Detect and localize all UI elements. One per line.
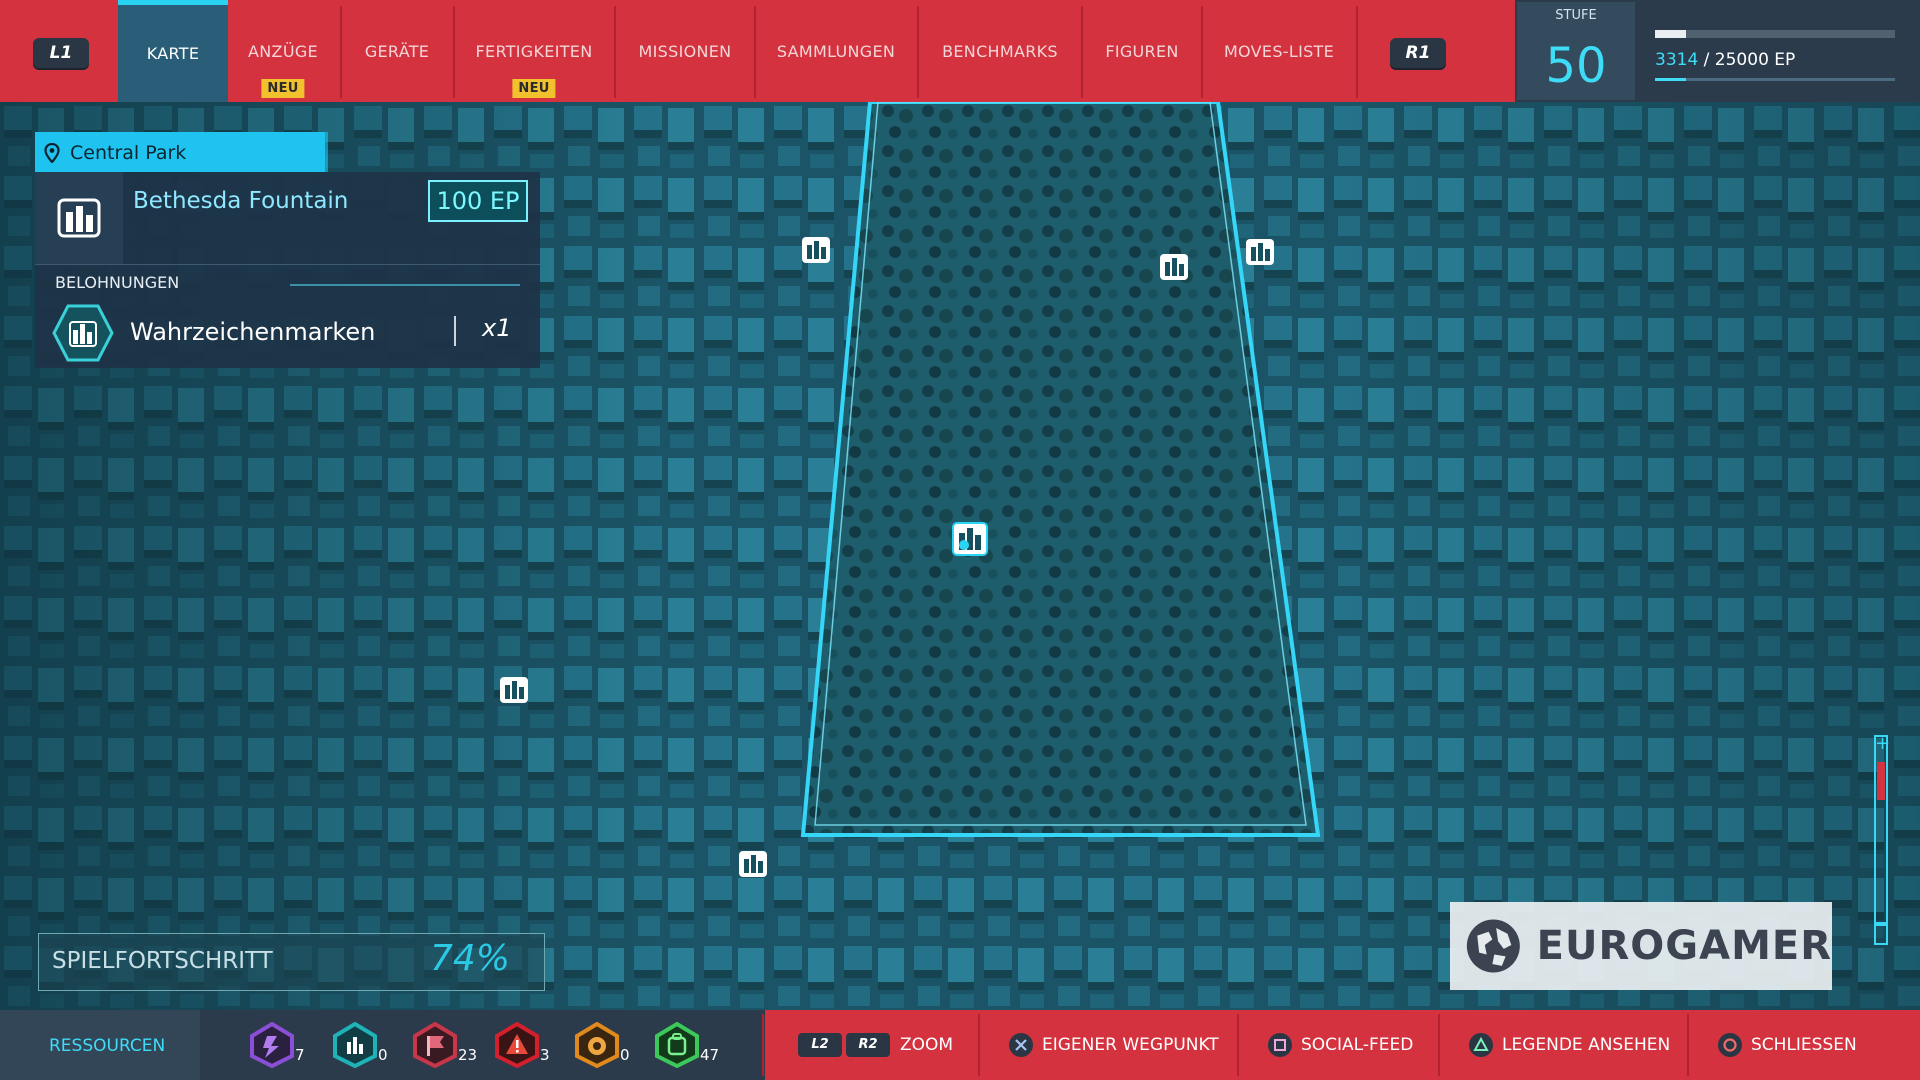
zoom-label: ZOOM	[900, 1035, 954, 1055]
progress-label: SPIELFORTSCHRITT	[52, 948, 273, 974]
landmark-token-icon	[52, 304, 114, 362]
challenge-token: 3	[490, 1018, 570, 1076]
cross-button-icon	[1009, 1033, 1033, 1057]
bar-divider	[1438, 1014, 1440, 1076]
tab-label: KARTE	[146, 44, 200, 63]
social-feed-hint[interactable]: SOCIAL-FEED	[1267, 1010, 1413, 1080]
resources-label: RESSOURCEN	[49, 1036, 166, 1056]
bar-divider	[1237, 1014, 1239, 1076]
tab-label: GERÄTE	[364, 41, 430, 61]
bar-divider	[978, 1014, 980, 1076]
crime-token-count: 23	[458, 1046, 478, 1064]
legend-label: LEGENDE ANSEHEN	[1502, 1035, 1671, 1055]
tab-karte[interactable]: KARTE	[118, 0, 228, 102]
reward-divider	[454, 316, 456, 346]
tab-figuren[interactable]: FIGUREN	[1083, 0, 1201, 102]
r2-button-icon: R2	[846, 1033, 890, 1057]
level-caption: STUFE	[1555, 8, 1597, 23]
close-label: SCHLIESSEN	[1751, 1035, 1857, 1055]
header-edge	[325, 132, 328, 172]
rewards-heading: BELOHNUNGEN	[55, 273, 180, 292]
ep-current: 3314	[1655, 50, 1699, 70]
ep-reward-badge: 100 EP	[428, 180, 528, 222]
tab-label: MISSIONEN	[638, 41, 732, 61]
new-badge: NEU	[512, 79, 556, 98]
zoom-slider[interactable]	[1874, 735, 1888, 945]
triangle-button-icon	[1469, 1033, 1493, 1057]
l2-button-icon: L2	[798, 1033, 842, 1057]
ep-underline-fill	[1655, 78, 1687, 81]
landmark-name: Bethesda Fountain	[133, 188, 349, 214]
r1-label: R1	[1405, 43, 1431, 63]
backpack-token: 47	[650, 1018, 730, 1076]
challenge-token-icon	[495, 1022, 539, 1068]
close-hint[interactable]: SCHLIESSEN	[1717, 1010, 1857, 1080]
zoom-hint[interactable]: L2 R2 ZOOM	[798, 1010, 953, 1080]
district-name: Central Park	[70, 142, 187, 164]
eurogamer-watermark: EUROGAMER	[1450, 902, 1832, 990]
tab-label: MOVES-LISTE	[1223, 41, 1335, 61]
circle-button-icon	[1718, 1033, 1742, 1057]
ep-progress-fill	[1655, 30, 1687, 38]
backpack-token-icon	[655, 1022, 699, 1068]
crime-token-icon	[413, 1022, 457, 1068]
tab-label: SAMMLUNGEN	[776, 41, 896, 61]
waypoint-label: EIGENER WEGPUNKT	[1042, 1035, 1219, 1055]
tab-label: BENCHMARKS	[942, 41, 1058, 61]
research-token-count: 7	[295, 1046, 305, 1064]
tab-divider	[1356, 6, 1358, 98]
reward-count: x1	[482, 314, 512, 342]
ep-text: 3314 / 25000 EP	[1655, 50, 1795, 70]
tab-label: FERTIGKEITEN	[475, 41, 593, 61]
globe-logo-icon	[1466, 919, 1520, 973]
tab-fertigkeiten[interactable]: FERTIGKEITEN NEU	[455, 0, 613, 102]
tab-anzuege[interactable]: ANZÜGE NEU	[228, 0, 338, 102]
ep-total: / 25000 EP	[1698, 50, 1796, 70]
reward-name: Wahrzeichenmarken	[130, 318, 376, 346]
location-pin-icon	[44, 143, 60, 163]
base-token: 0	[570, 1018, 650, 1076]
tab-label: ANZÜGE	[248, 41, 318, 61]
tab-sammlungen[interactable]: SAMMLUNGEN	[756, 0, 916, 102]
legend-hint[interactable]: LEGENDE ANSEHEN	[1468, 1010, 1670, 1080]
square-button-icon	[1268, 1033, 1292, 1057]
ep-track	[1655, 30, 1895, 38]
research-token-icon	[250, 1022, 294, 1068]
landmark-token-icon	[333, 1022, 377, 1068]
l1-label: L1	[49, 43, 73, 63]
tab-label: FIGUREN	[1105, 41, 1179, 61]
social-feed-label: SOCIAL-FEED	[1301, 1035, 1414, 1055]
zoom-slider-thumb[interactable]	[1877, 762, 1885, 801]
selected-landmark-marker-icon	[952, 522, 988, 556]
challenge-token-count: 3	[540, 1046, 550, 1064]
new-badge: NEU	[261, 79, 305, 98]
ep-underline	[1655, 78, 1895, 81]
base-token-icon	[575, 1022, 619, 1068]
divider	[35, 264, 540, 265]
research-token: 7	[245, 1018, 325, 1076]
tab-moves-liste[interactable]: MOVES-LISTE	[1203, 0, 1355, 102]
tab-geraete[interactable]: GERÄTE	[342, 0, 452, 102]
landmark-token: 0	[328, 1018, 408, 1076]
tab-benchmarks[interactable]: BENCHMARKS	[919, 0, 1081, 102]
l1-bumper-button[interactable]: L1	[33, 38, 89, 68]
crime-token: 23	[408, 1018, 488, 1076]
tab-missionen[interactable]: MISSIONEN	[616, 0, 754, 102]
waypoint-hint[interactable]: EIGENER WEGPUNKT	[1008, 1010, 1219, 1080]
watermark-text: EUROGAMER	[1536, 923, 1832, 969]
base-token-count: 0	[620, 1046, 630, 1064]
backpack-token-count: 47	[700, 1046, 720, 1064]
r1-bumper-button[interactable]: R1	[1390, 38, 1446, 68]
progress-value: 74%	[430, 938, 511, 979]
landmark-icon	[57, 198, 101, 238]
level-value: 50	[1545, 38, 1607, 94]
rewards-line	[290, 284, 520, 286]
landmark-token-count: 0	[378, 1046, 388, 1064]
bar-divider	[1687, 1014, 1689, 1076]
zoom-minus-icon[interactable]	[1874, 922, 1888, 926]
ep-reward-text: 100 EP	[436, 187, 520, 215]
bar-divider	[762, 1014, 764, 1076]
